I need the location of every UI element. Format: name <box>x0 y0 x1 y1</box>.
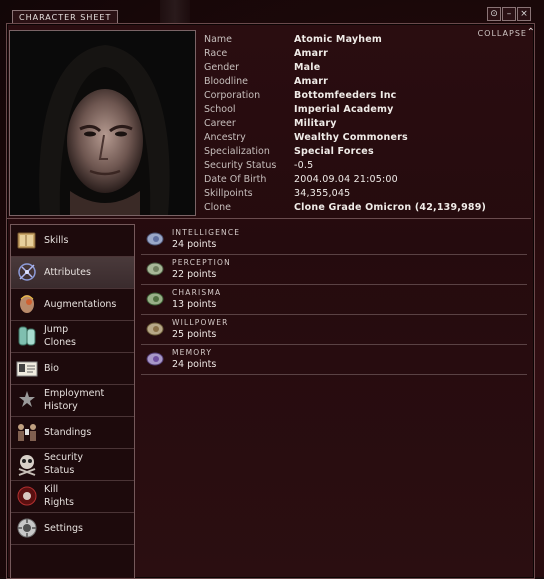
sidebar-item-settings[interactable]: Settings <box>11 513 134 545</box>
sidebar-item-label: Status <box>44 465 75 476</box>
info-label: Specialization <box>204 146 270 157</box>
sidebar-item-label: History <box>44 401 78 412</box>
sidebar-item-label: Employment <box>44 388 105 399</box>
info-value: 34,355,045 <box>294 188 351 199</box>
attribute-row: MEMORY 24 points <box>141 346 527 375</box>
sidebar-item-label: Kill <box>44 484 59 495</box>
sidebar-item-label: Attributes <box>44 267 91 278</box>
kill-rights-icon <box>15 485 39 508</box>
info-label: Clone <box>204 202 231 213</box>
divider <box>7 218 531 219</box>
augmentations-icon <box>15 293 39 316</box>
sidebar-item-label: Augmentations <box>44 299 117 310</box>
attribute-name: PERCEPTION <box>172 258 231 267</box>
memory-implant-icon <box>145 349 165 369</box>
info-value: Atomic Mayhem <box>294 34 382 45</box>
bio-icon <box>15 357 39 380</box>
sidebar-item-augmentations[interactable]: Augmentations <box>11 289 134 321</box>
willpower-implant-icon <box>145 319 165 339</box>
attribute-name: WILLPOWER <box>172 318 229 327</box>
skills-book-icon <box>15 229 39 252</box>
sidebar-item-standings[interactable]: Standings <box>11 417 134 449</box>
info-value: Amarr <box>294 76 329 87</box>
info-value: Amarr <box>294 48 329 59</box>
attribute-row: WILLPOWER 25 points <box>141 316 527 345</box>
attribute-name: MEMORY <box>172 348 213 357</box>
sidebar-item-label: Rights <box>44 497 74 508</box>
sidebar-item-attributes[interactable]: Attributes <box>11 257 134 289</box>
attribute-row: INTELLIGENCE 24 points <box>141 226 527 255</box>
employment-history-icon <box>15 389 39 412</box>
character-portrait <box>9 30 196 216</box>
standings-icon <box>15 421 39 444</box>
sidebar-item-skills[interactable]: Skills <box>11 225 134 257</box>
perception-implant-icon <box>145 259 165 279</box>
sidebar-item-label: Bio <box>44 363 59 374</box>
sidebar-item-label: Skills <box>44 235 69 246</box>
attribute-name: CHARISMA <box>172 288 222 297</box>
attributes-icon <box>15 261 39 284</box>
close-button[interactable]: × <box>517 7 531 21</box>
sidebar-item-employment-history[interactable]: Employment History <box>11 385 134 417</box>
intelligence-implant-icon <box>145 229 165 249</box>
sidebar-item-jump-clones[interactable]: Jump Clones <box>11 321 134 353</box>
info-value: Special Forces <box>294 146 374 157</box>
attributes-list: INTELLIGENCE 24 points PERCEPTION 22 poi… <box>141 226 527 376</box>
pin-button[interactable]: ⊙ <box>487 7 501 21</box>
jump-clones-icon <box>15 325 39 348</box>
corporation-link[interactable]: Bottomfeeders Inc <box>294 89 397 103</box>
info-value: Wealthy Commoners <box>294 132 408 143</box>
info-value: Military <box>294 118 337 129</box>
info-label: Race <box>204 48 228 59</box>
info-label: Gender <box>204 62 240 73</box>
info-value: 2004.09.04 21:05:00 <box>294 174 398 185</box>
info-label: Skillpoints <box>204 188 253 199</box>
sidebar-nav: Skills Attributes Augmentations Jump Clo… <box>10 224 135 578</box>
attribute-row: CHARISMA 13 points <box>141 286 527 315</box>
info-label: Bloodline <box>204 76 248 87</box>
attribute-value: 24 points <box>172 359 217 370</box>
security-status-icon <box>15 453 39 476</box>
sidebar-item-bio[interactable]: Bio <box>11 353 134 385</box>
info-value: -0.5 <box>294 160 314 171</box>
info-label: Name <box>204 34 233 45</box>
info-value: Male <box>294 62 321 73</box>
collapse-button[interactable]: COLLAPSE <box>478 29 527 38</box>
sidebar-item-kill-rights[interactable]: Kill Rights <box>11 481 134 513</box>
info-label: Ancestry <box>204 132 246 143</box>
attribute-value: 25 points <box>172 329 217 340</box>
sidebar-item-label: Jump <box>44 324 69 335</box>
attribute-name: INTELLIGENCE <box>172 228 241 237</box>
attribute-row: PERCEPTION 22 points <box>141 256 527 285</box>
sidebar-item-label: Standings <box>44 427 92 438</box>
info-label: Date Of Birth <box>204 174 267 185</box>
sidebar-item-label: Settings <box>44 523 83 534</box>
attribute-value: 22 points <box>172 269 217 280</box>
settings-icon <box>15 517 39 540</box>
sidebar-item-label: Security <box>44 452 84 463</box>
attribute-value: 24 points <box>172 239 217 250</box>
sidebar-item-label: Clones <box>44 337 76 348</box>
minimize-button[interactable]: – <box>502 7 516 21</box>
double-chevron-up-icon[interactable]: ⌃ <box>527 27 535 38</box>
info-label: Career <box>204 118 236 129</box>
info-value: Imperial Academy <box>294 104 394 115</box>
info-label: Corporation <box>204 90 261 101</box>
info-label: Security Status <box>204 160 277 171</box>
attribute-value: 13 points <box>172 299 217 310</box>
info-label: School <box>204 104 236 115</box>
charisma-implant-icon <box>145 289 165 309</box>
info-value: Clone Grade Omicron (42,139,989) <box>294 202 487 213</box>
sidebar-item-security-status[interactable]: Security Status <box>11 449 134 481</box>
